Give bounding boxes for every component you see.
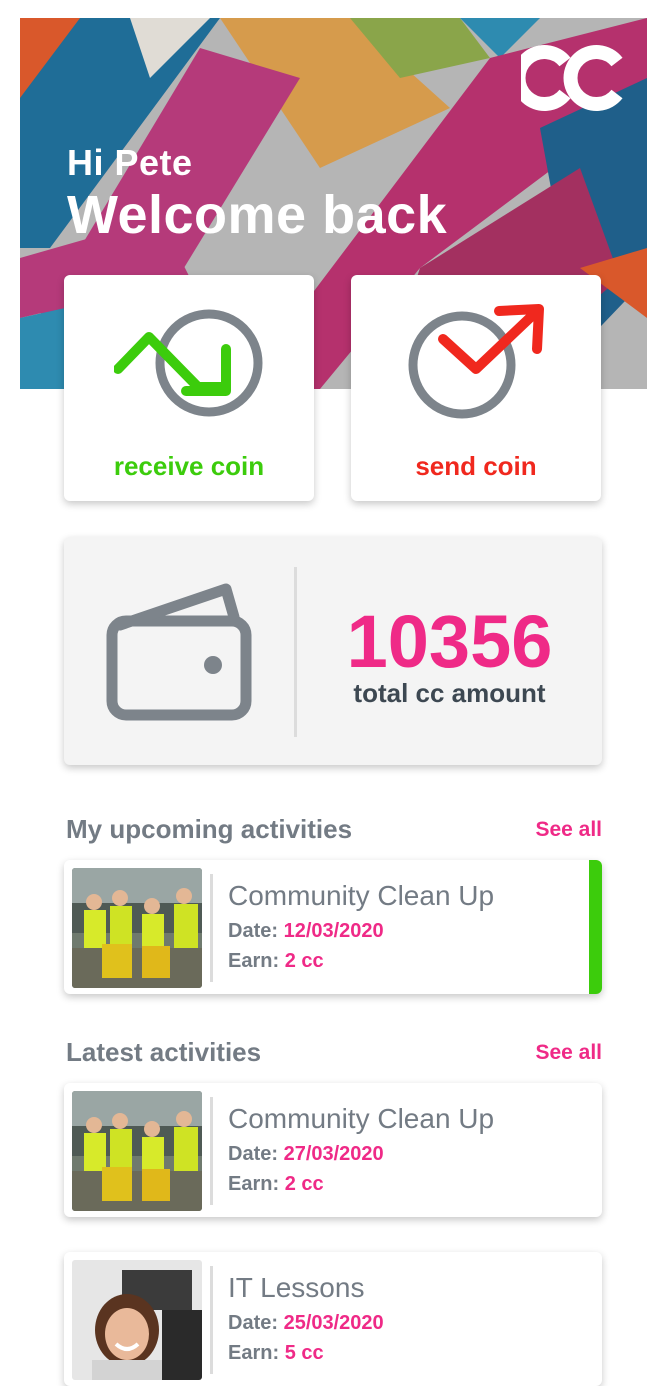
- community-clean-up-thumbnail: [72, 868, 202, 988]
- date-label: Date:: [228, 1143, 279, 1165]
- send-coin-label: send coin: [415, 451, 537, 481]
- greeting-text: Hi Pete: [67, 142, 193, 183]
- receive-coin-label: receive coin: [113, 451, 265, 481]
- latest-activity-card[interactable]: IT Lessons Date: 25/03/2020 Earn: 5 cc: [64, 1252, 602, 1386]
- send-coin-icon: [408, 304, 544, 419]
- activity-name: Community Clean Up: [228, 880, 495, 911]
- earn-label: Earn:: [228, 950, 280, 972]
- total-cc-amount: 10356: [346, 600, 553, 683]
- activity-earn-row: Earn: 2 cc: [228, 1173, 324, 1196]
- card-separator: [210, 874, 213, 982]
- activity-earn-row: Earn: 5 cc: [228, 1342, 324, 1365]
- activity-date: 12/03/2020: [283, 920, 384, 942]
- activity-earn: 2 cc: [284, 950, 324, 972]
- date-label: Date:: [228, 920, 279, 942]
- receive-coin-icon: [114, 309, 263, 417]
- upcoming-status-bar: [589, 860, 602, 994]
- wallet-icon: [106, 583, 252, 721]
- activity-earn: 2 cc: [284, 1173, 324, 1195]
- welcome-heading: Welcome back: [67, 185, 448, 245]
- card-separator: [210, 1097, 213, 1205]
- activity-date-row: Date: 25/03/2020: [228, 1312, 384, 1335]
- activity-date: 25/03/2020: [283, 1312, 384, 1334]
- card-separator: [210, 1266, 213, 1374]
- it-lessons-thumbnail: [72, 1260, 202, 1380]
- date-label: Date:: [228, 1312, 279, 1334]
- cc-logo-icon: [521, 45, 623, 111]
- latest-see-all-link[interactable]: See all: [535, 1041, 602, 1065]
- send-coin-button[interactable]: send coin: [351, 275, 601, 501]
- earn-label: Earn:: [228, 1173, 280, 1195]
- upcoming-see-all-link[interactable]: See all: [535, 818, 602, 842]
- activity-date-row: Date: 27/03/2020: [228, 1143, 384, 1166]
- activity-date-row: Date: 12/03/2020: [228, 920, 384, 943]
- upcoming-section-title: My upcoming activities: [66, 814, 353, 844]
- activity-name: Community Clean Up: [228, 1103, 495, 1134]
- earn-label: Earn:: [228, 1342, 280, 1364]
- activity-earn-row: Earn: 2 cc: [228, 950, 324, 973]
- community-clean-up-thumbnail: [72, 1091, 202, 1211]
- wallet-card[interactable]: 10356 total cc amount: [64, 537, 602, 765]
- upcoming-activity-card[interactable]: Community Clean Up Date: 12/03/2020 Earn…: [64, 860, 602, 994]
- latest-section-title: Latest activities: [66, 1037, 262, 1067]
- activity-earn: 5 cc: [284, 1342, 324, 1364]
- total-cc-label: total cc amount: [353, 678, 546, 708]
- receive-coin-button[interactable]: receive coin: [64, 275, 314, 501]
- activity-date: 27/03/2020: [283, 1143, 384, 1165]
- latest-activity-card[interactable]: Community Clean Up Date: 27/03/2020 Earn…: [64, 1083, 602, 1217]
- activity-name: IT Lessons: [228, 1272, 365, 1303]
